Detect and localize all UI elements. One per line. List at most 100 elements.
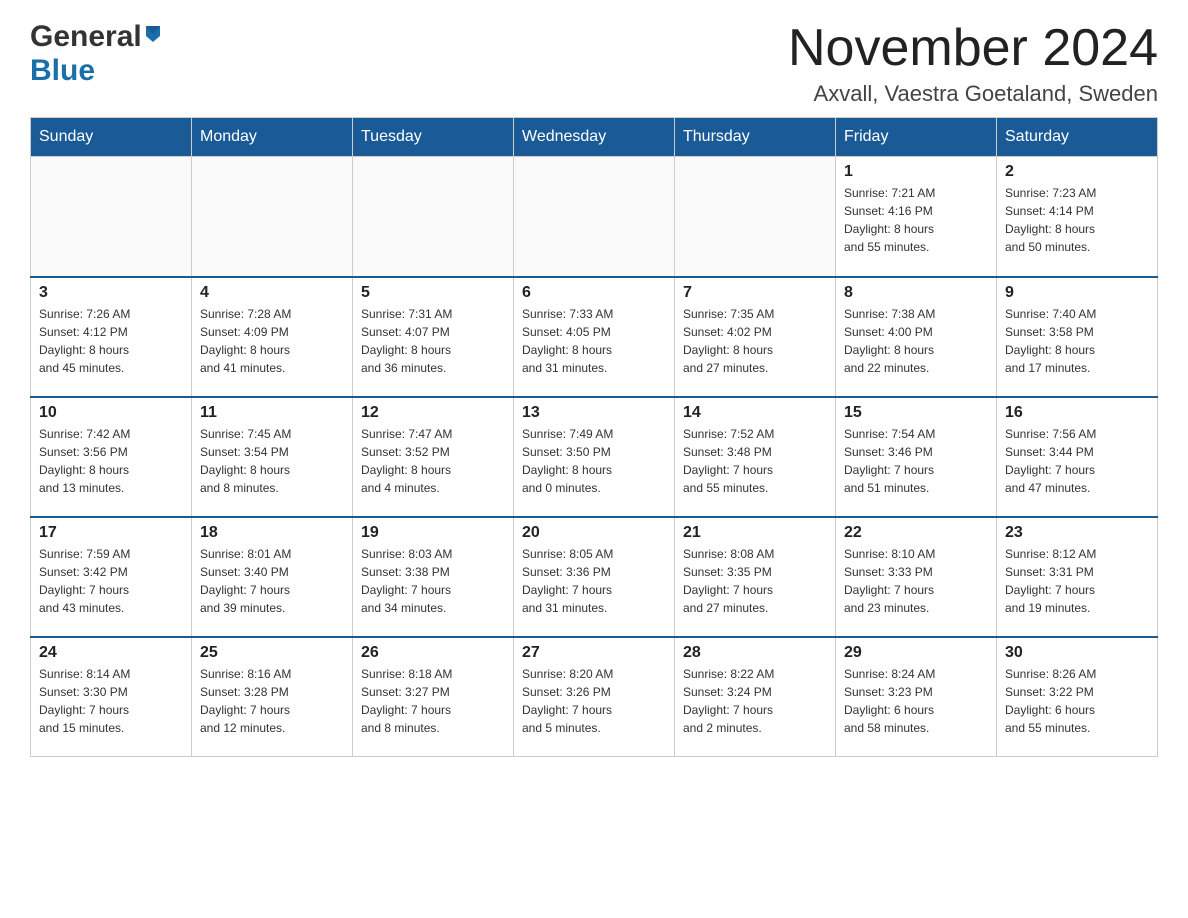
weekday-header-sunday: Sunday [31, 118, 192, 157]
day-number: 5 [361, 284, 505, 302]
day-info: Sunrise: 8:18 AM Sunset: 3:27 PM Dayligh… [361, 665, 505, 737]
day-number: 20 [522, 524, 666, 542]
calendar-cell: 28 Sunrise: 8:22 AM Sunset: 3:24 PM Dayli… [675, 637, 836, 757]
calendar-week-row: 1 Sunrise: 7:21 AM Sunset: 4:16 PM Daylig… [31, 157, 1158, 277]
calendar-cell: 24 Sunrise: 8:14 AM Sunset: 3:30 PM Dayli… [31, 637, 192, 757]
calendar-cell: 23Sunrise: 8:12 AM Sunset: 3:31 PM Dayli… [997, 517, 1158, 637]
day-info: Sunrise: 7:56 AM Sunset: 3:44 PM Dayligh… [1005, 425, 1149, 497]
day-number: 26 [361, 644, 505, 662]
day-info: Sunrise: 8:08 AM Sunset: 3:35 PM Dayligh… [683, 545, 827, 617]
day-info: Sunrise: 7:31 AM Sunset: 4:07 PM Dayligh… [361, 305, 505, 377]
title-section: November 2024 Axvall, Vaestra Goetaland,… [788, 20, 1158, 107]
day-info: Sunrise: 8:10 AM Sunset: 3:33 PM Dayligh… [844, 545, 988, 617]
day-info: Sunrise: 8:01 AM Sunset: 3:40 PM Dayligh… [200, 545, 344, 617]
weekday-header-thursday: Thursday [675, 118, 836, 157]
calendar-cell: 2Sunrise: 7:23 AM Sunset: 4:14 PM Daylig… [997, 157, 1158, 277]
day-number: 18 [200, 524, 344, 542]
day-info: Sunrise: 7:47 AM Sunset: 3:52 PM Dayligh… [361, 425, 505, 497]
calendar-cell: 1 Sunrise: 7:21 AM Sunset: 4:16 PM Daylig… [836, 157, 997, 277]
calendar-cell: 17Sunrise: 7:59 AM Sunset: 3:42 PM Dayli… [31, 517, 192, 637]
calendar-cell: 6Sunrise: 7:33 AM Sunset: 4:05 PM Daylig… [514, 277, 675, 397]
day-number: 10 [39, 404, 183, 422]
logo-blue-text: Blue [30, 54, 95, 88]
day-info: Sunrise: 8:20 AM Sunset: 3:26 PM Dayligh… [522, 665, 666, 737]
weekday-header-monday: Monday [192, 118, 353, 157]
calendar-cell: 7 Sunrise: 7:35 AM Sunset: 4:02 PM Daylig… [675, 277, 836, 397]
day-number: 1 [844, 163, 988, 181]
calendar-cell: 18 Sunrise: 8:01 AM Sunset: 3:40 PM Dayli… [192, 517, 353, 637]
day-info: Sunrise: 8:05 AM Sunset: 3:36 PM Dayligh… [522, 545, 666, 617]
logo: General Blue [30, 20, 164, 88]
calendar-cell: 21Sunrise: 8:08 AM Sunset: 3:35 PM Dayli… [675, 517, 836, 637]
logo-arrow-icon [142, 22, 164, 49]
calendar-cell: 8 Sunrise: 7:38 AM Sunset: 4:00 PM Daylig… [836, 277, 997, 397]
calendar-cell: 14Sunrise: 7:52 AM Sunset: 3:48 PM Dayli… [675, 397, 836, 517]
day-info: Sunrise: 7:38 AM Sunset: 4:00 PM Dayligh… [844, 305, 988, 377]
day-info: Sunrise: 8:22 AM Sunset: 3:24 PM Dayligh… [683, 665, 827, 737]
calendar-cell: 4 Sunrise: 7:28 AM Sunset: 4:09 PM Daylig… [192, 277, 353, 397]
calendar-cell: 13 Sunrise: 7:49 AM Sunset: 3:50 PM Dayli… [514, 397, 675, 517]
day-number: 13 [522, 404, 666, 422]
calendar-cell: 15 Sunrise: 7:54 AM Sunset: 3:46 PM Dayli… [836, 397, 997, 517]
calendar-cell: 3 Sunrise: 7:26 AM Sunset: 4:12 PM Daylig… [31, 277, 192, 397]
weekday-header-tuesday: Tuesday [353, 118, 514, 157]
day-info: Sunrise: 7:28 AM Sunset: 4:09 PM Dayligh… [200, 305, 344, 377]
day-info: Sunrise: 7:52 AM Sunset: 3:48 PM Dayligh… [683, 425, 827, 497]
weekday-header-saturday: Saturday [997, 118, 1158, 157]
calendar-table: SundayMondayTuesdayWednesdayThursdayFrid… [30, 117, 1158, 757]
day-info: Sunrise: 8:14 AM Sunset: 3:30 PM Dayligh… [39, 665, 183, 737]
calendar-cell: 19Sunrise: 8:03 AM Sunset: 3:38 PM Dayli… [353, 517, 514, 637]
calendar-cell: 9 Sunrise: 7:40 AM Sunset: 3:58 PM Daylig… [997, 277, 1158, 397]
calendar-cell: 22 Sunrise: 8:10 AM Sunset: 3:33 PM Dayli… [836, 517, 997, 637]
calendar-cell: 16 Sunrise: 7:56 AM Sunset: 3:44 PM Dayli… [997, 397, 1158, 517]
day-number: 3 [39, 284, 183, 302]
calendar-cell: 26 Sunrise: 8:18 AM Sunset: 3:27 PM Dayli… [353, 637, 514, 757]
day-number: 22 [844, 524, 988, 542]
calendar-cell: 12 Sunrise: 7:47 AM Sunset: 3:52 PM Dayli… [353, 397, 514, 517]
day-info: Sunrise: 7:42 AM Sunset: 3:56 PM Dayligh… [39, 425, 183, 497]
calendar-cell: 5 Sunrise: 7:31 AM Sunset: 4:07 PM Daylig… [353, 277, 514, 397]
day-number: 11 [200, 404, 344, 422]
day-number: 16 [1005, 404, 1149, 422]
calendar-cell [31, 157, 192, 277]
calendar-week-row: 10 Sunrise: 7:42 AM Sunset: 3:56 PM Dayli… [31, 397, 1158, 517]
calendar-cell [353, 157, 514, 277]
day-number: 4 [200, 284, 344, 302]
calendar-cell [675, 157, 836, 277]
weekday-header-friday: Friday [836, 118, 997, 157]
calendar-cell [514, 157, 675, 277]
day-number: 23 [1005, 524, 1149, 542]
day-number: 12 [361, 404, 505, 422]
calendar-cell: 27 Sunrise: 8:20 AM Sunset: 3:26 PM Dayli… [514, 637, 675, 757]
day-number: 2 [1005, 163, 1149, 181]
day-info: Sunrise: 7:49 AM Sunset: 3:50 PM Dayligh… [522, 425, 666, 497]
day-number: 28 [683, 644, 827, 662]
weekday-header-wednesday: Wednesday [514, 118, 675, 157]
day-info: Sunrise: 7:21 AM Sunset: 4:16 PM Dayligh… [844, 184, 988, 256]
calendar-week-row: 17Sunrise: 7:59 AM Sunset: 3:42 PM Dayli… [31, 517, 1158, 637]
day-number: 9 [1005, 284, 1149, 302]
day-number: 15 [844, 404, 988, 422]
day-number: 8 [844, 284, 988, 302]
day-info: Sunrise: 7:26 AM Sunset: 4:12 PM Dayligh… [39, 305, 183, 377]
logo-general-text: General [30, 20, 142, 54]
day-number: 30 [1005, 644, 1149, 662]
calendar-cell: 10 Sunrise: 7:42 AM Sunset: 3:56 PM Dayli… [31, 397, 192, 517]
day-number: 29 [844, 644, 988, 662]
page-header: General Blue November 2024 Axvall, Vaest… [30, 20, 1158, 107]
calendar-week-row: 3 Sunrise: 7:26 AM Sunset: 4:12 PM Daylig… [31, 277, 1158, 397]
calendar-week-row: 24 Sunrise: 8:14 AM Sunset: 3:30 PM Dayli… [31, 637, 1158, 757]
day-number: 7 [683, 284, 827, 302]
calendar-cell: 30Sunrise: 8:26 AM Sunset: 3:22 PM Dayli… [997, 637, 1158, 757]
day-number: 19 [361, 524, 505, 542]
day-number: 6 [522, 284, 666, 302]
day-number: 24 [39, 644, 183, 662]
day-info: Sunrise: 7:54 AM Sunset: 3:46 PM Dayligh… [844, 425, 988, 497]
day-number: 27 [522, 644, 666, 662]
day-number: 25 [200, 644, 344, 662]
day-info: Sunrise: 7:40 AM Sunset: 3:58 PM Dayligh… [1005, 305, 1149, 377]
day-number: 17 [39, 524, 183, 542]
day-info: Sunrise: 7:35 AM Sunset: 4:02 PM Dayligh… [683, 305, 827, 377]
day-info: Sunrise: 8:16 AM Sunset: 3:28 PM Dayligh… [200, 665, 344, 737]
day-info: Sunrise: 7:45 AM Sunset: 3:54 PM Dayligh… [200, 425, 344, 497]
